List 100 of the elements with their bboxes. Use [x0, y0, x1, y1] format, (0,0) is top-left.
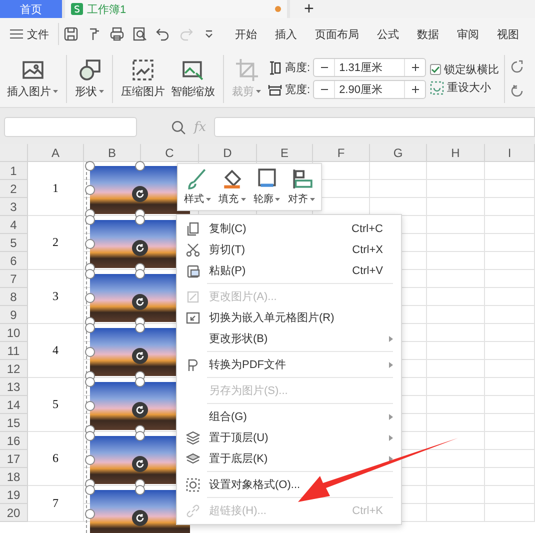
ribbon-tab[interactable]: 开始	[226, 26, 266, 42]
file-menu[interactable]: 文件	[6, 26, 53, 42]
menu-item[interactable]: 剪切(T) Ctrl+X	[177, 239, 401, 260]
ribbon-button[interactable]: 智能缩放	[168, 58, 218, 98]
menu-icon	[10, 29, 23, 39]
column-header[interactable]: A	[28, 144, 84, 162]
column-header[interactable]: B	[84, 144, 141, 162]
rotate-handle-icon[interactable]	[132, 186, 148, 202]
table-cell	[427, 270, 485, 288]
menu-item[interactable]: 组合(G)	[177, 406, 401, 427]
resize-handle[interactable]	[85, 161, 95, 171]
resize-handle[interactable]	[85, 455, 95, 465]
ribbon-tab[interactable]: 数据	[408, 26, 448, 42]
rotate-handle-icon[interactable]	[132, 402, 148, 418]
resize-handle[interactable]	[85, 401, 95, 411]
row-header[interactable]: 19	[0, 486, 28, 504]
table-cell	[427, 360, 485, 378]
toolbar-button[interactable]: 填充	[218, 168, 246, 206]
plus-icon[interactable]	[412, 86, 419, 93]
size-spinner[interactable]: 2.90厘米	[313, 80, 426, 99]
resize-handle[interactable]	[85, 239, 95, 249]
workbook-tab[interactable]: 工作簿1	[65, 0, 287, 18]
table-cell	[485, 324, 535, 342]
column-header[interactable]: G	[370, 144, 427, 162]
row-header[interactable]: 2	[0, 180, 28, 198]
caret-icon	[53, 90, 58, 94]
resize-handle[interactable]	[85, 185, 95, 195]
column-header[interactable]: D	[199, 144, 257, 162]
home-tab[interactable]: 首页	[0, 0, 62, 18]
rotate-right-icon	[510, 84, 524, 98]
ribbon-tab[interactable]: 插入	[266, 26, 306, 42]
row-header[interactable]: 9	[0, 306, 28, 324]
column-header[interactable]: F	[313, 144, 370, 162]
outline-icon	[256, 168, 278, 190]
resize-handle[interactable]	[85, 347, 95, 357]
new-tab-button[interactable]: +	[290, 0, 535, 18]
caret-icon	[99, 90, 104, 94]
table-cell	[427, 180, 485, 198]
row-header[interactable]: 1	[0, 162, 28, 180]
menu-item[interactable]: 置于底层(K)	[177, 448, 401, 469]
row-header[interactable]: 18	[0, 468, 28, 486]
row-header[interactable]: 3	[0, 198, 28, 216]
row-header[interactable]: 14	[0, 396, 28, 414]
caret-icon	[206, 198, 211, 201]
menu-item[interactable]: 置于顶层(U)	[177, 427, 401, 448]
row-header[interactable]: 5	[0, 234, 28, 252]
row-header[interactable]: 15	[0, 414, 28, 432]
minus-icon[interactable]	[320, 67, 328, 68]
formula-input[interactable]	[214, 117, 535, 137]
field-label: 宽度:	[285, 82, 310, 97]
ribbon-tab[interactable]: 页面布局	[306, 26, 368, 42]
reset-size-button[interactable]: 重设大小	[430, 80, 500, 95]
ribbon-button[interactable]: 插入图片	[4, 58, 61, 98]
row-header[interactable]: 11	[0, 342, 28, 360]
rotate-handle-icon[interactable]	[132, 294, 148, 310]
height-icon	[268, 60, 282, 74]
table-cell	[485, 468, 535, 486]
rotate-handle-icon[interactable]	[132, 348, 148, 364]
toolbar-button[interactable]: 对齐	[288, 168, 316, 206]
ribbon-button[interactable]: 形状	[72, 58, 107, 98]
table-cell	[427, 414, 485, 432]
row-header[interactable]: 20	[0, 504, 28, 522]
ribbon-tab[interactable]: 审阅	[448, 26, 488, 42]
toolbar-button[interactable]: 样式	[184, 168, 211, 206]
lock-ratio-checkbox[interactable]: 锁定纵横比	[430, 62, 500, 77]
toolbar-button[interactable]: 轮廓	[253, 168, 280, 206]
column-header[interactable]: H	[427, 144, 485, 162]
table-cell	[485, 162, 535, 180]
menu-item[interactable]: 更改形状(B)	[177, 328, 401, 349]
row-header[interactable]: 10	[0, 324, 28, 342]
resize-handle[interactable]	[85, 293, 95, 303]
row-header[interactable]: 8	[0, 288, 28, 306]
size-spinner[interactable]: 1.31厘米	[313, 58, 426, 77]
menu-item[interactable]: 复制(C) Ctrl+C	[177, 218, 401, 239]
rotate-handle-icon[interactable]	[132, 240, 148, 256]
resize-handle[interactable]	[85, 509, 95, 519]
row-header[interactable]: 17	[0, 450, 28, 468]
row-header[interactable]: 16	[0, 432, 28, 450]
menu-item[interactable]: 设置对象格式(O)...	[177, 474, 401, 495]
minus-icon[interactable]	[320, 89, 328, 90]
menu-item[interactable]: 转换为PDF文件	[177, 354, 401, 375]
ribbon-tab[interactable]: 视图	[488, 26, 528, 42]
table-cell	[485, 252, 535, 270]
row-header[interactable]: 7	[0, 270, 28, 288]
row-header[interactable]: 6	[0, 252, 28, 270]
column-header[interactable]: E	[257, 144, 313, 162]
caret-icon	[275, 198, 280, 201]
column-header[interactable]: I	[485, 144, 535, 162]
ribbon-tab[interactable]: 公式	[368, 26, 408, 42]
rotate-handle-icon[interactable]	[132, 510, 148, 526]
row-header[interactable]: 12	[0, 360, 28, 378]
print-preview-icon	[133, 27, 147, 41]
row-header[interactable]: 13	[0, 378, 28, 396]
column-header[interactable]: C	[141, 144, 199, 162]
menu-item[interactable]: 切换为嵌入单元格图片(R)	[177, 307, 401, 328]
ribbon-button[interactable]: 压缩图片	[118, 58, 168, 98]
row-header[interactable]: 4	[0, 216, 28, 234]
menu-item[interactable]: 粘贴(P) Ctrl+V	[177, 260, 401, 281]
rotate-handle-icon[interactable]	[132, 456, 148, 472]
plus-icon[interactable]	[412, 64, 419, 71]
